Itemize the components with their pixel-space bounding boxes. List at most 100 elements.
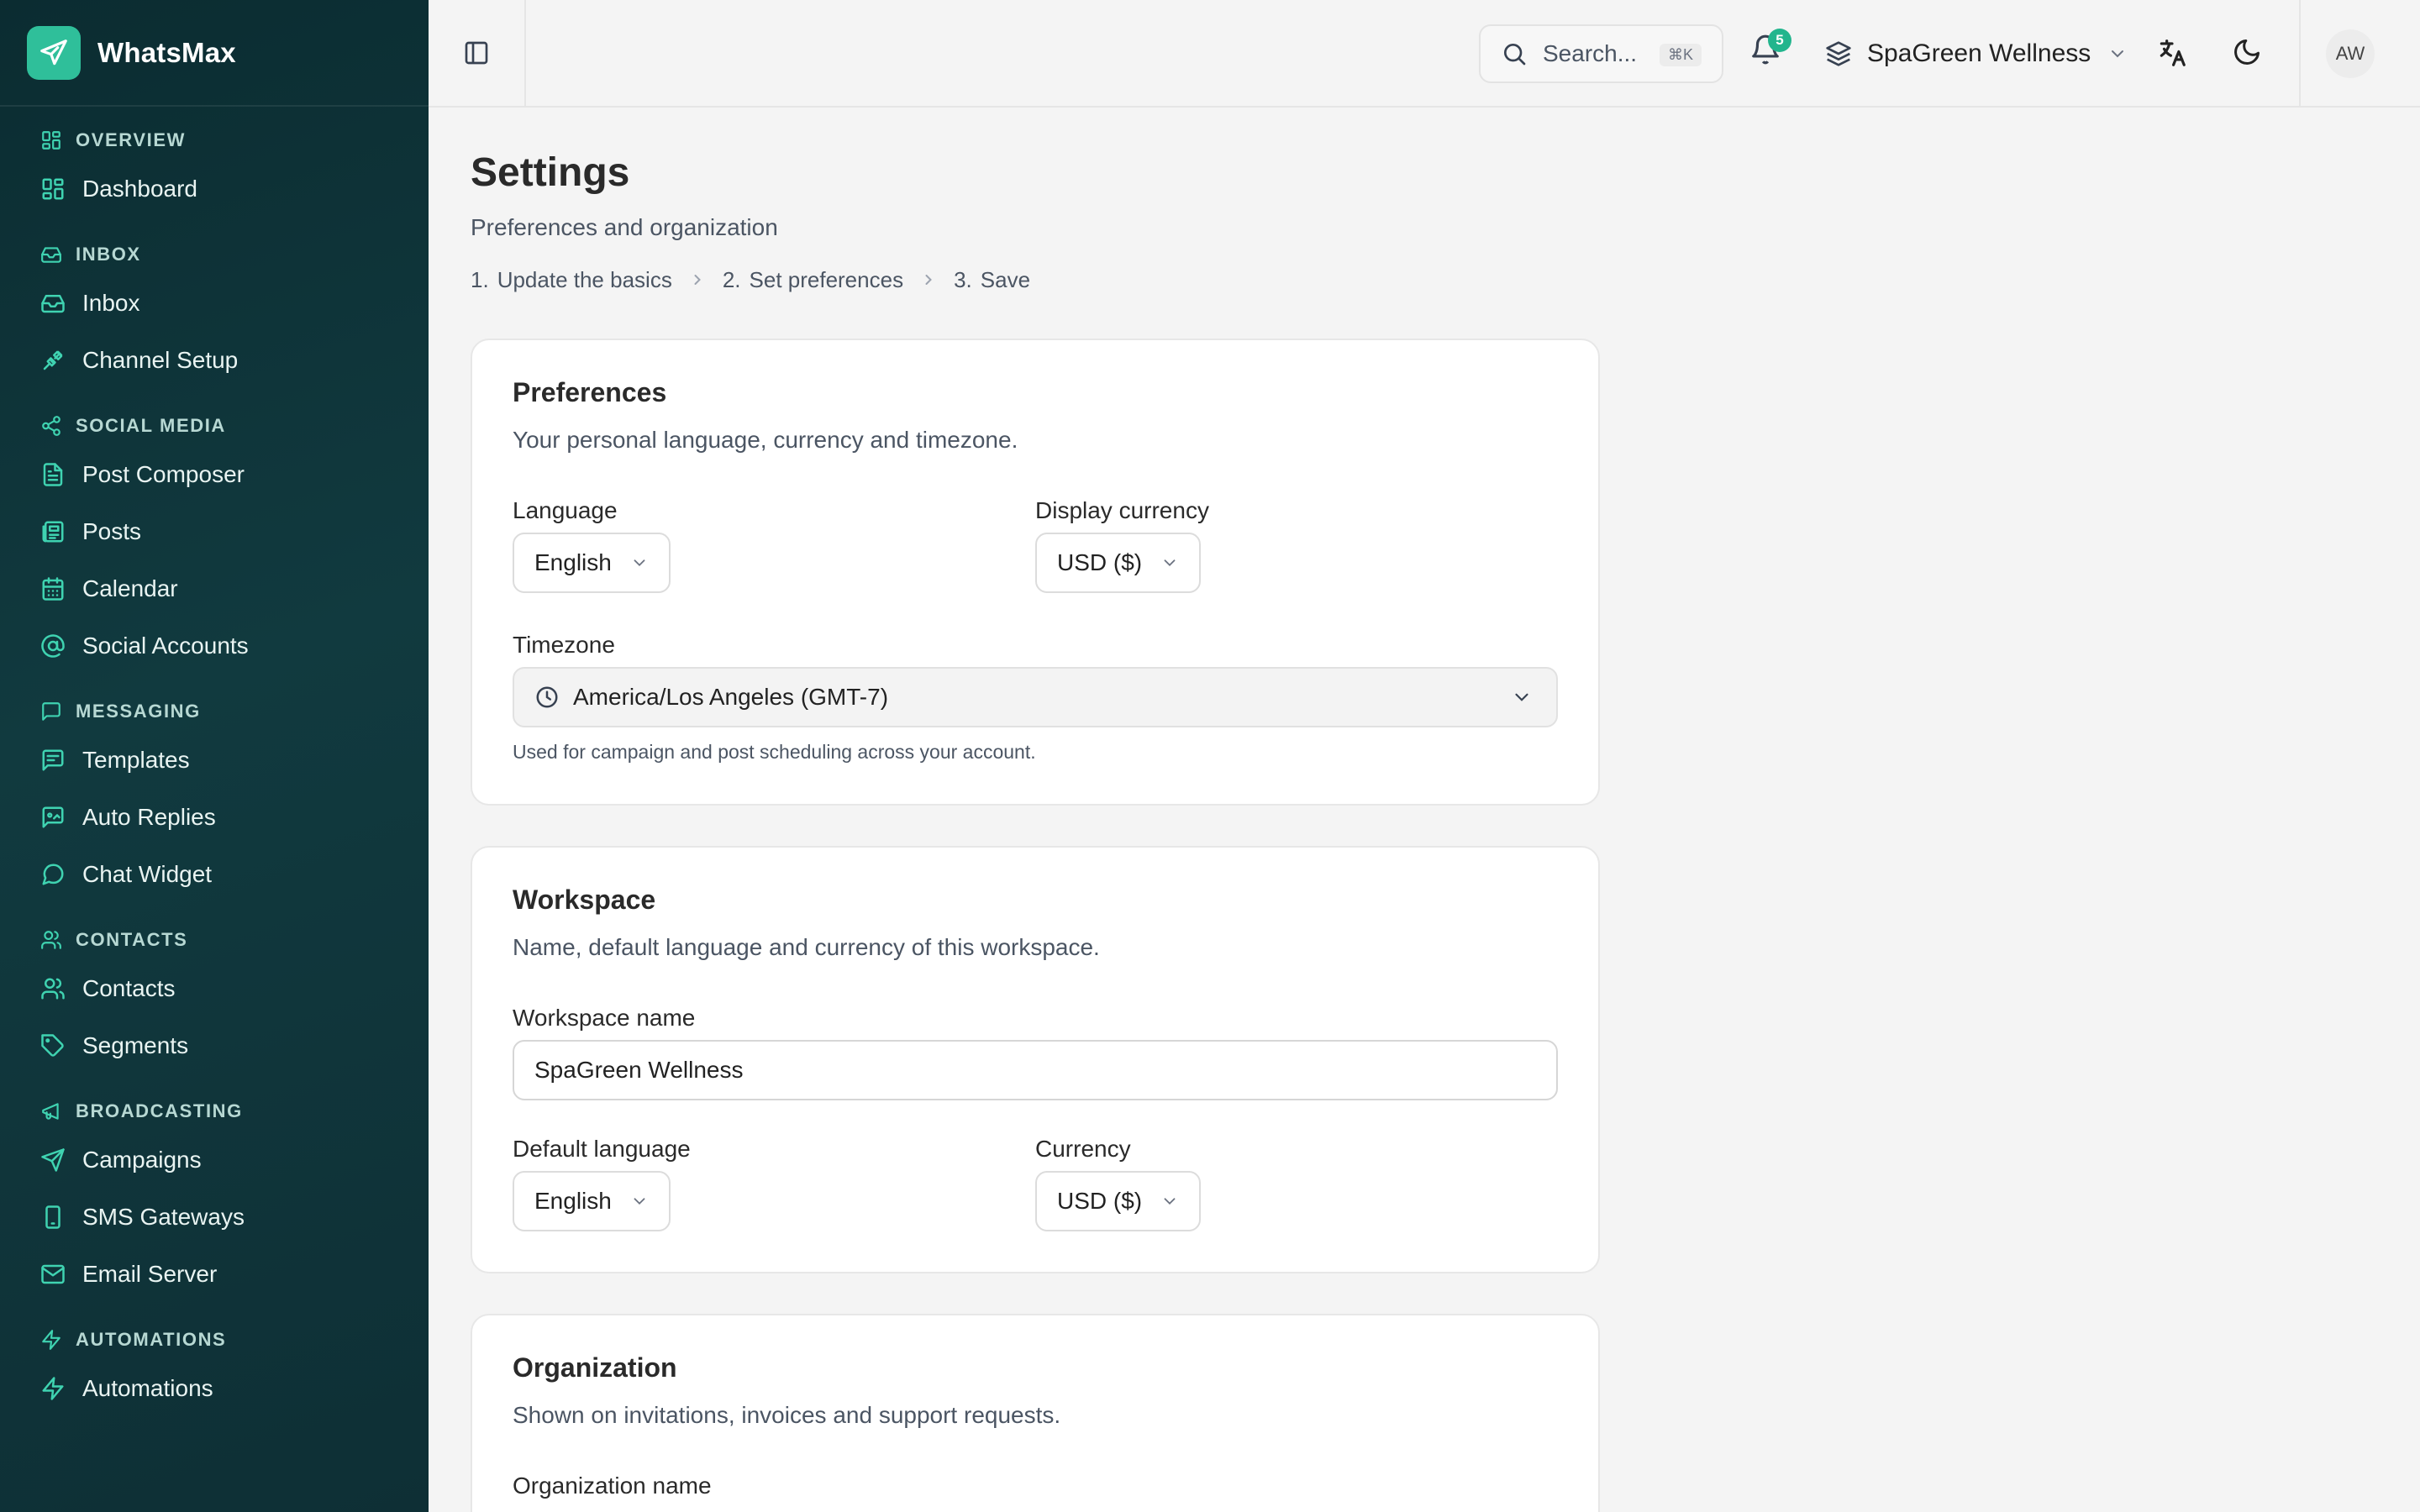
display-currency-select[interactable]: USD ($): [1035, 533, 1202, 593]
step-number: 3.: [954, 266, 972, 292]
chevron-right-icon: [925, 275, 932, 285]
sidebar-item-auto-replies[interactable]: Auto Replies: [40, 789, 429, 846]
bot-message-icon: [42, 806, 64, 828]
sidebar-item-label: Automations: [82, 1375, 213, 1401]
field-label: Timezone: [513, 632, 615, 658]
chevron-down-icon: [1515, 693, 1528, 701]
sidebar-item-label: Inbox: [82, 290, 140, 316]
sidebar: WhatsMax OVERVIEW Dashboard INBOX Inbox …: [0, 0, 429, 1512]
inbox-icon: [41, 295, 65, 313]
search-icon: [1504, 44, 1526, 66]
sidebar-item-label: SMS Gateways: [82, 1204, 245, 1230]
chevron-down-icon: [634, 1198, 645, 1205]
field-label: Organization name: [513, 1473, 712, 1499]
search-input[interactable]: Search... ⌘K: [1479, 24, 1723, 83]
steps-breadcrumb: 1. Update the basics 2. Set preferences …: [471, 263, 1647, 297]
language-select[interactable]: English: [513, 533, 671, 593]
sidebar-section-label: INBOX: [76, 244, 141, 265]
card-description: Your personal language, currency and tim…: [513, 427, 1018, 453]
sidebar-item-templates[interactable]: Templates: [40, 732, 429, 789]
message-square-icon: [42, 702, 60, 721]
layers-icon: [1826, 41, 1851, 66]
sidebar-item-label: Channel Setup: [82, 347, 239, 373]
inbox-icon: [41, 247, 61, 263]
sidebar-item-social-accounts[interactable]: Social Accounts: [40, 617, 429, 675]
workspace-switcher[interactable]: SpaGreen Wellness: [1825, 29, 2128, 79]
avatar[interactable]: AW: [2326, 29, 2375, 78]
sidebar-section-contacts: CONTACTS: [40, 920, 429, 960]
sidebar-item-segments[interactable]: Segments: [40, 1017, 429, 1074]
input-value: SpaGreen Wellness: [534, 1057, 744, 1083]
search-placeholder: Search...: [1543, 40, 1638, 66]
sidebar-item-inbox[interactable]: Inbox: [40, 275, 429, 332]
sidebar-section-label: BROADCASTING: [76, 1100, 243, 1121]
sidebar-item-post-composer[interactable]: Post Composer: [40, 446, 429, 503]
at-sign-icon: [41, 634, 65, 658]
timezone-select[interactable]: America/Los Angeles (GMT-7): [513, 667, 1558, 727]
workspace-name-input[interactable]: SpaGreen Wellness: [513, 1040, 1558, 1100]
workspace-name: SpaGreen Wellness: [1867, 39, 2091, 67]
default-language-select[interactable]: English: [513, 1171, 671, 1231]
field-label: Workspace name: [513, 1005, 696, 1031]
search-shortcut: ⌘K: [1659, 44, 1702, 66]
step-number: 1.: [471, 266, 489, 292]
sidebar-item-posts[interactable]: Posts: [40, 503, 429, 560]
sidebar-item-label: Templates: [82, 747, 190, 773]
sidebar-item-contacts[interactable]: Contacts: [40, 960, 429, 1017]
language-button[interactable]: [2156, 37, 2188, 73]
sidebar-item-automations[interactable]: Automations: [40, 1360, 429, 1417]
select-value: English: [534, 1188, 612, 1214]
theme-toggle-button[interactable]: [2232, 37, 2262, 71]
step-number: 2.: [722, 266, 741, 292]
sidebar-item-campaigns[interactable]: Campaigns: [40, 1131, 429, 1189]
card-title: Organization: [513, 1352, 677, 1383]
zap-icon: [42, 1330, 60, 1350]
card-title: Preferences: [513, 377, 667, 407]
sidebar-item-email-server[interactable]: Email Server: [40, 1246, 429, 1303]
sidebar-item-calendar[interactable]: Calendar: [40, 560, 429, 617]
page-subtitle: Preferences and organization: [471, 214, 778, 240]
workspace-currency-select[interactable]: USD ($): [1035, 1171, 1202, 1231]
topbar: Search... ⌘K 5 SpaGreen Wellness AW: [429, 0, 2420, 108]
file-text-icon: [43, 463, 63, 486]
select-value: America/Los Angeles (GMT-7): [573, 684, 889, 710]
brand[interactable]: WhatsMax: [0, 0, 429, 107]
step-label: Update the basics: [497, 266, 672, 292]
sidebar-item-label: Segments: [82, 1032, 189, 1058]
smartphone-icon: [45, 1205, 60, 1229]
sidebar-item-dashboard[interactable]: Dashboard: [40, 160, 429, 218]
moon-icon: [2234, 39, 2260, 65]
notifications-button[interactable]: 5: [1749, 29, 1791, 74]
brand-name: WhatsMax: [97, 36, 236, 68]
select-value: USD ($): [1057, 549, 1143, 575]
sidebar-item-label: Email Server: [82, 1261, 218, 1287]
card-title: Workspace: [513, 885, 656, 915]
sidebar-item-label: Post Composer: [82, 461, 245, 487]
megaphone-icon: [42, 1103, 59, 1120]
sidebar-toggle-button[interactable]: [429, 0, 526, 106]
sidebar-item-channel-setup[interactable]: Channel Setup: [40, 332, 429, 389]
sidebar-section-label: SOCIAL MEDIA: [76, 415, 226, 436]
sidebar-item-label: Auto Replies: [82, 804, 216, 830]
sidebar-item-chat-widget[interactable]: Chat Widget: [40, 846, 429, 903]
sidebar-section-inbox: INBOX: [40, 234, 429, 275]
sidebar-section-overview: OVERVIEW: [40, 120, 429, 160]
sidebar-item-label: Calendar: [82, 575, 178, 601]
card-description: Shown on invitations, invoices and suppo…: [513, 1402, 1061, 1428]
chevron-down-icon: [2112, 50, 2124, 58]
field-label: Currency: [1035, 1136, 1131, 1162]
sidebar-item-label: Dashboard: [82, 176, 197, 202]
sidebar-item-sms-gateways[interactable]: SMS Gateways: [40, 1189, 429, 1246]
chevron-down-icon: [634, 559, 645, 567]
users-icon: [41, 931, 61, 949]
sidebar-item-label: Chat Widget: [82, 861, 213, 887]
sidebar-nav: OVERVIEW Dashboard INBOX Inbox Channel S…: [0, 120, 429, 1417]
organization-card: Organization Shown on invitations, invoi…: [471, 1314, 1600, 1512]
clock-icon: [536, 686, 558, 708]
chevron-right-icon: [694, 275, 701, 285]
chevron-down-icon: [1164, 559, 1176, 567]
sidebar-item-label: Social Accounts: [82, 633, 249, 659]
field-label: Default language: [513, 1136, 691, 1162]
sidebar-section-social-media: SOCIAL MEDIA: [40, 406, 429, 446]
tag-icon: [41, 1034, 64, 1057]
